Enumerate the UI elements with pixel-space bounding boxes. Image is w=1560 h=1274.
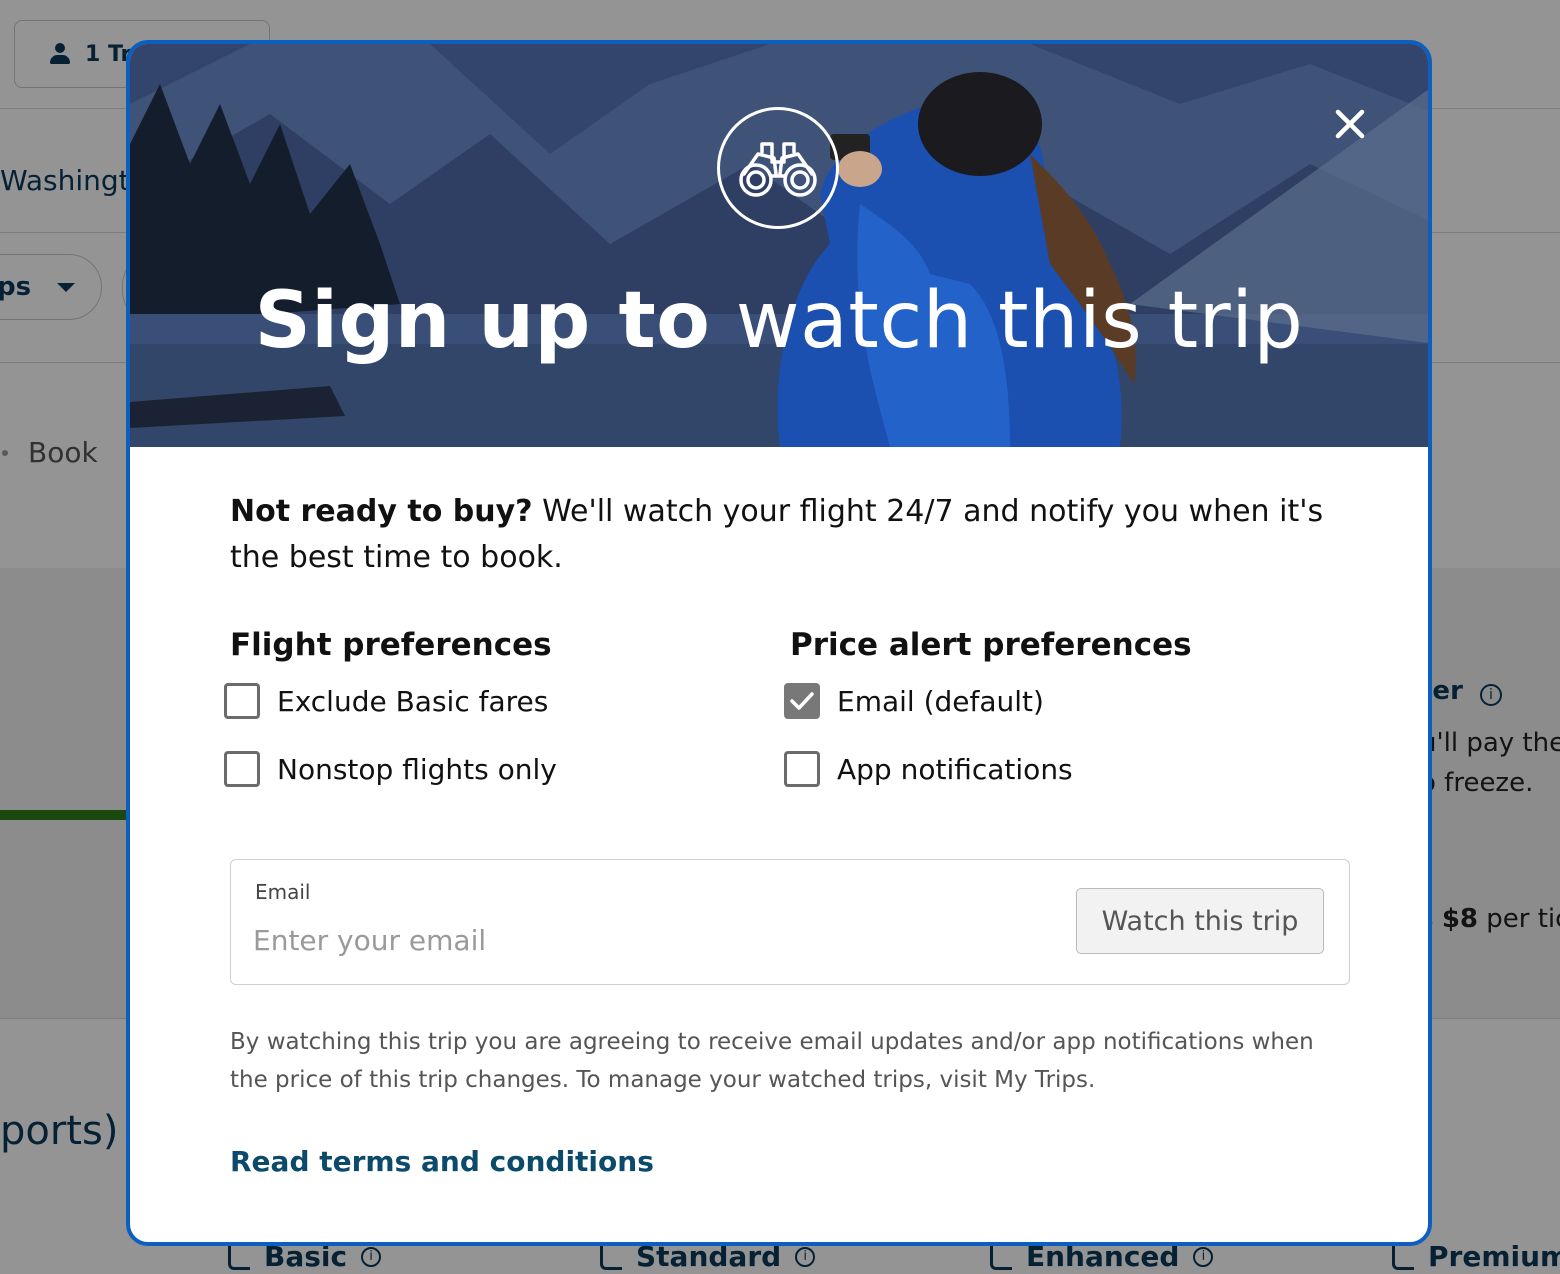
modal-body: Not ready to buy? We'll watch your fligh… [224,489,1350,1178]
checkbox-label: App notifications [837,752,1073,786]
alert-preferences: Price alert preferences [790,627,1192,663]
app-notifications-checkbox[interactable]: App notifications [784,751,1073,787]
hero-photo [130,44,1428,447]
watch-trip-modal: Sign up to watch this trip Not ready to … [126,40,1432,1246]
checkbox-label: Nonstop flights only [277,752,557,786]
title-strong: Sign up to [254,276,711,366]
close-button[interactable] [1330,104,1370,144]
binoculars-icon [717,107,839,229]
close-icon [1335,109,1365,139]
checkbox-box[interactable] [784,751,820,787]
exclude-basic-checkbox[interactable]: Exclude Basic fares [224,683,548,719]
intro-text: Not ready to buy? We'll watch your fligh… [230,489,1350,581]
title-light: watch this trip [735,276,1304,366]
flight-preferences: Flight preferences [230,627,552,663]
flight-preferences-heading: Flight preferences [230,627,552,663]
email-alert-checkbox[interactable]: Email (default) [784,683,1044,719]
nonstop-only-checkbox[interactable]: Nonstop flights only [224,751,557,787]
modal-title: Sign up to watch this trip [130,276,1428,366]
terms-link[interactable]: Read terms and conditions [230,1145,654,1178]
hero-banner: Sign up to watch this trip [130,44,1428,447]
checkbox-box-checked[interactable] [784,683,820,719]
email-field-container: Email Watch this trip [230,859,1350,985]
disclaimer-text: By watching this trip you are agreeing t… [230,1029,1314,1093]
watch-trip-button[interactable]: Watch this trip [1076,888,1324,954]
checkbox-label: Email (default) [837,684,1044,718]
checkbox-box[interactable] [224,751,260,787]
checkmark-icon [790,692,814,710]
preferences-section: Flight preferences Exclude Basic fares N… [224,627,1350,817]
alert-preferences-heading: Price alert preferences [790,627,1192,663]
checkbox-label: Exclude Basic fares [277,684,549,718]
email-input[interactable] [253,918,1033,962]
intro-bold: Not ready to buy? [230,494,533,529]
email-label: Email [255,880,311,904]
checkbox-box[interactable] [224,683,260,719]
